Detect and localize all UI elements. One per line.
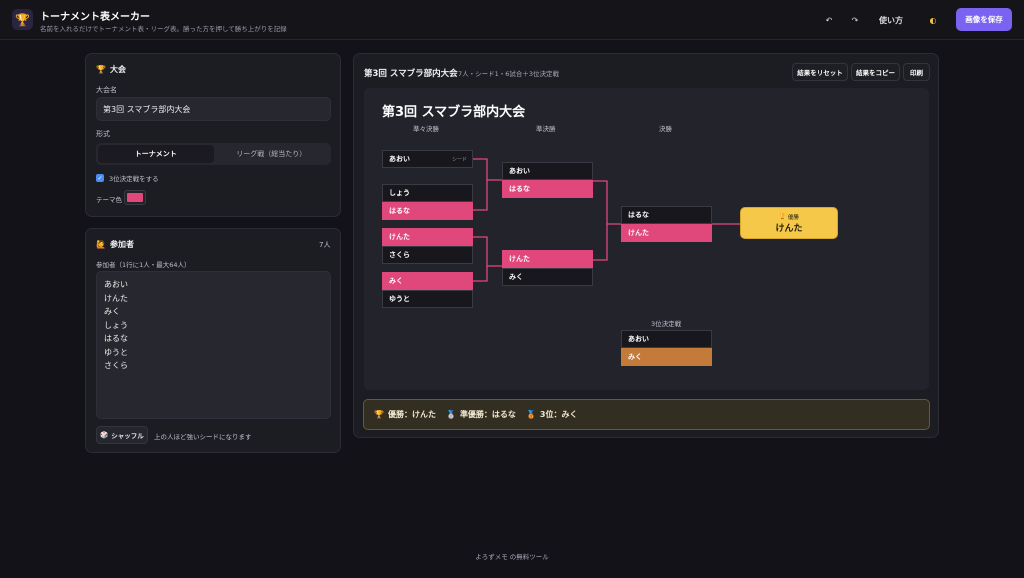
bracket-canvas: 第3回 スマブラ部内大会 準々決勝 準決勝 決勝 あおい シード しょう はるな…: [364, 88, 929, 390]
participant-line: さくら: [104, 361, 128, 370]
participant-line: けんた: [104, 293, 128, 303]
trophy-icon: 🏆: [96, 65, 106, 74]
format-league-option[interactable]: リーグ戦（総当たり）: [214, 145, 330, 163]
bracket-slot[interactable]: みく: [502, 268, 593, 286]
participant-line: あおい: [104, 280, 128, 289]
participant-line: みく: [104, 307, 120, 316]
format-tournament-option[interactable]: トーナメント: [98, 145, 214, 163]
tournament-name-input[interactable]: [96, 97, 331, 121]
format-selector: トーナメント リーグ戦（総当たり）: [96, 143, 331, 165]
participants-title: 🙋 参加者: [96, 240, 134, 249]
bracket-title: 第3回 スマブラ部内大会: [364, 69, 458, 79]
participant-line: ゆうと: [104, 347, 128, 357]
bracket-slot[interactable]: しょう: [382, 184, 473, 202]
champion-name: けんた: [775, 223, 803, 234]
theme-color-label: テーマ色: [96, 196, 122, 204]
bracket-slot[interactable]: はるな: [621, 206, 712, 224]
trophy-icon: 🏆: [779, 213, 786, 220]
participants-list-label: 参加者（1行に1人・最大64人）: [96, 261, 191, 269]
people-icon: 🙋: [96, 240, 106, 249]
bracket-slot[interactable]: あおい: [621, 330, 712, 348]
bracket-slot-winner[interactable]: けんた: [382, 228, 473, 246]
bracket-slot[interactable]: あおい シード: [382, 150, 473, 168]
participant-line: しょう: [104, 320, 128, 330]
bracket-slot-winner[interactable]: けんた: [621, 224, 712, 242]
tournament-name-label: 大会名: [96, 86, 117, 94]
seed-badge: シード: [451, 156, 467, 163]
participant-count: 7人: [319, 241, 331, 249]
bronze-medal-icon: 🥉: [525, 410, 536, 419]
copy-results-button[interactable]: 結果をコピー: [851, 63, 900, 81]
print-button[interactable]: 印刷: [903, 63, 930, 81]
bracket-slot[interactable]: ゆうと: [382, 290, 473, 308]
bracket-slot-winner[interactable]: はるな: [382, 202, 473, 220]
save-image-button[interactable]: 画像を保存: [956, 8, 1012, 31]
bracket-slot-third-winner[interactable]: みく: [621, 348, 712, 366]
reset-results-button[interactable]: 結果をリセット: [792, 63, 848, 81]
settings-title: 🏆 大会: [96, 65, 126, 74]
theme-color-picker[interactable]: [124, 190, 146, 205]
bracket-panel: 第3回 スマブラ部内大会 7人・シード1・6試合＋3位決定戦 結果をリセット 結…: [353, 53, 939, 438]
app-header: 🏆 トーナメント表メーカー 名前を入れるだけでトーナメント表・リーグ表。勝った方…: [0, 0, 1024, 40]
results-summary: 🏆 優勝：けんた 🥈 準優勝：はるな 🥉 3位：みく: [363, 399, 930, 430]
result-first: 優勝：けんた: [387, 410, 436, 419]
result-second: 準優勝：はるな: [459, 410, 516, 419]
participant-line: はるな: [104, 334, 128, 343]
footer-credit[interactable]: よろずメモ の無料ツール: [0, 551, 1024, 561]
third-place-title: 3位決定戦: [651, 320, 682, 328]
seed-hint: 上の人ほど強いシードになります: [154, 433, 252, 441]
bracket-slot-winner[interactable]: みく: [382, 272, 473, 290]
theme-toggle-icon[interactable]: ◐: [926, 12, 940, 28]
undo-icon[interactable]: ↶: [822, 12, 836, 28]
silver-medal-icon: 🥈: [445, 410, 456, 419]
dice-icon: 🎲: [100, 431, 109, 439]
champion-box: 🏆 優勝 けんた: [740, 207, 838, 239]
format-label: 形式: [96, 130, 110, 138]
theme-color-swatch: [127, 193, 143, 202]
trophy-logo-icon: 🏆: [12, 9, 33, 30]
result-third: 3位：みく: [539, 410, 578, 419]
trophy-icon: 🏆: [374, 410, 384, 419]
tournament-settings-panel: 🏆 大会 大会名 形式 トーナメント リーグ戦（総当たり） ✓ 3位決定戦をする…: [85, 53, 341, 217]
bracket-slot[interactable]: さくら: [382, 246, 473, 264]
app-subtitle: 名前を入れるだけでトーナメント表・リーグ表。勝った方を押して勝ち上がりを記録: [40, 25, 287, 33]
bracket-slot[interactable]: あおい: [502, 162, 593, 180]
participants-panel: 🙋 参加者 7人 参加者（1行に1人・最大64人） あおい けんた みく しょう…: [85, 228, 341, 453]
help-button[interactable]: 使い方: [876, 12, 906, 28]
app-title: トーナメント表メーカー: [40, 12, 150, 23]
participants-textarea[interactable]: あおい けんた みく しょう はるな ゆうと さくら: [96, 271, 331, 419]
shuffle-button[interactable]: 🎲 シャッフル: [96, 426, 148, 444]
redo-icon[interactable]: ↷: [848, 12, 862, 28]
third-place-checkbox[interactable]: ✓: [96, 174, 104, 182]
third-place-label: 3位決定戦をする: [109, 175, 159, 183]
bracket-slot-winner[interactable]: はるな: [502, 180, 593, 198]
bracket-slot-winner[interactable]: けんた: [502, 250, 593, 268]
bracket-meta: 7人・シード1・6試合＋3位決定戦: [458, 70, 560, 78]
